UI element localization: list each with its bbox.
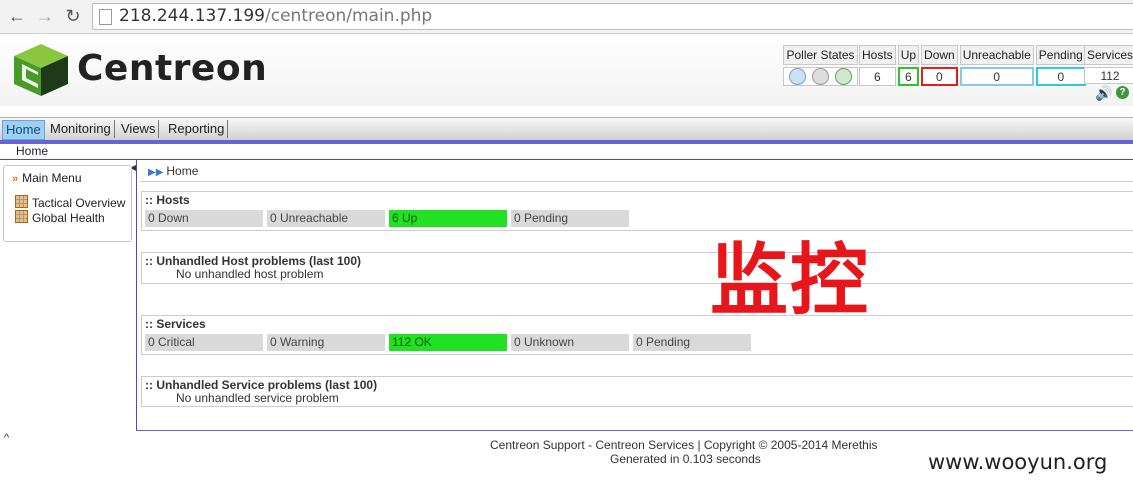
sub-menu: Home (0, 144, 1133, 159)
breadcrumb-arrow-icon: ▶▶ (148, 167, 164, 178)
hosts-up[interactable]: 6 (897, 67, 920, 86)
hosts-unreachable[interactable]: 0 (959, 67, 1034, 86)
gear-status-icon[interactable] (812, 68, 829, 85)
host-stats: Hosts Up Down Unreachable Pending 6 6 0 … (857, 43, 1088, 88)
sidebar-item-tactical-overview[interactable]: Tactical Overview (15, 195, 125, 210)
browser-toolbar: ← → ↻ 218.244.137.199/centreon/main.php (0, 0, 1133, 34)
services-pending-cell[interactable]: 0 Pending (633, 334, 751, 351)
down-header: Down (921, 45, 958, 65)
menu-reporting[interactable]: Reporting (165, 120, 229, 138)
forward-arrow-icon[interactable]: → (34, 5, 56, 27)
overlay-caption: 监控 (710, 236, 871, 326)
services-unknown-cell[interactable]: 0 Unknown (511, 334, 629, 351)
url-host: 218.244.137.199 (119, 6, 266, 26)
host-problems-box: :: Unhandled Host problems (last 100) No… (141, 252, 1133, 284)
logo-text: Centreon (77, 48, 268, 89)
sidebar-item-global-health[interactable]: Global Health (15, 210, 105, 225)
watermark-text: www.wooyun.org (928, 450, 1108, 474)
menu-home[interactable]: Home (2, 120, 45, 140)
hosts-total[interactable]: 6 (859, 67, 896, 86)
breadcrumb-divider (140, 181, 1133, 182)
service-problems-message: No unhandled service problem (176, 391, 339, 405)
help-icon[interactable]: ? (1116, 86, 1129, 99)
url-path: /centreon/main.php (265, 6, 433, 26)
top-menu: Home Monitoring Views Reporting (0, 117, 1133, 141)
grid-icon (15, 195, 28, 208)
footer-divider (136, 430, 1133, 431)
menu-monitoring[interactable]: Monitoring (47, 120, 115, 138)
hosts-header: Hosts (859, 45, 896, 65)
hosts-unreachable-cell[interactable]: 0 Unreachable (267, 210, 385, 227)
double-chevron-icon: » (12, 173, 19, 185)
grid-icon (15, 210, 28, 223)
main-menu-panel: » Main Menu Tactical Overview Global Heal… (3, 165, 132, 242)
footer-copyright: Centreon Support - Centreon Services | C… (490, 438, 878, 452)
app-header: Centreon Poller States Hosts Up Down Unr… (0, 34, 1133, 106)
hosts-pending[interactable]: 0 (1035, 67, 1086, 86)
address-bar[interactable]: 218.244.137.199/centreon/main.php (92, 3, 1133, 30)
hosts-box-title: :: Hosts (145, 193, 190, 207)
services-total[interactable]: 112 (1084, 67, 1133, 84)
breadcrumb: ▶▶ Home (148, 164, 199, 178)
up-header: Up (897, 45, 920, 65)
hosts-down[interactable]: 0 (921, 67, 958, 86)
hosts-pending-cell[interactable]: 0 Pending (511, 210, 629, 227)
service-problems-title: :: Unhandled Service problems (last 100) (145, 378, 378, 392)
services-warning-cell[interactable]: 0 Warning (267, 334, 385, 351)
hosts-up-cell[interactable]: 6 Up (389, 210, 507, 227)
poller-states-header: Poller States (783, 45, 858, 65)
sub-menu-divider (0, 159, 1133, 160)
reload-icon[interactable]: ↻ (62, 5, 84, 27)
services-critical-cell[interactable]: 0 Critical (145, 334, 263, 351)
back-arrow-icon[interactable]: ← (6, 5, 28, 27)
service-stats: Services 112 (1082, 43, 1133, 86)
services-header: Services (1084, 45, 1133, 65)
services-box: :: Services 0 Critical 0 Warning 112 OK … (141, 315, 1133, 355)
host-problems-message: No unhandled host problem (176, 267, 324, 281)
services-box-title: :: Services (145, 317, 206, 331)
unreachable-header: Unreachable (959, 45, 1034, 65)
footer-generated-time: Generated in 0.103 seconds (610, 452, 761, 466)
host-problems-title: :: Unhandled Host problems (last 100) (145, 254, 362, 268)
main-menu-title: » Main Menu (12, 171, 82, 185)
page-icon (99, 9, 112, 25)
services-ok-cell[interactable]: 112 OK (389, 334, 507, 351)
latency-status-icon[interactable] (835, 68, 852, 85)
sub-menu-home[interactable]: Home (16, 144, 48, 158)
hosts-box: :: Hosts 0 Down 0 Unreachable 6 Up 0 Pen… (141, 191, 1133, 231)
menu-views[interactable]: Views (118, 120, 160, 138)
pending-header: Pending (1035, 45, 1086, 65)
poller-states: Poller States (781, 43, 860, 88)
database-status-icon[interactable] (789, 68, 806, 85)
speaker-icon[interactable]: 🔊 (1095, 85, 1112, 102)
service-problems-box: :: Unhandled Service problems (last 100)… (141, 376, 1133, 407)
sidebar-divider (136, 160, 137, 430)
hosts-down-cell[interactable]: 0 Down (145, 210, 263, 227)
centreon-logo-icon (14, 44, 68, 96)
scroll-top-icon[interactable]: ^ (4, 432, 9, 444)
